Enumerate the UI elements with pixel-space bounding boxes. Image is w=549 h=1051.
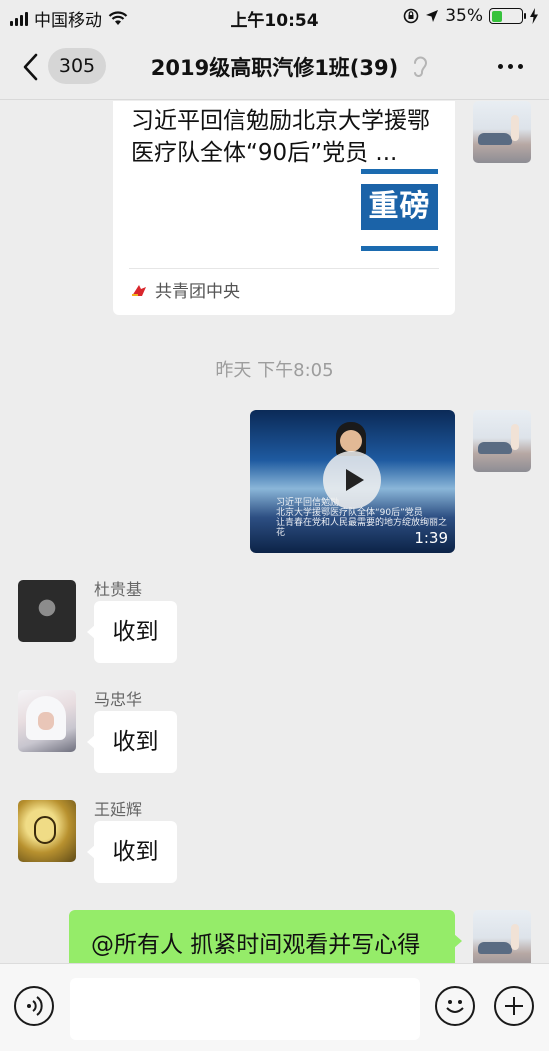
emoji-icon[interactable] bbox=[435, 986, 475, 1026]
battery-level bbox=[491, 10, 502, 22]
video-caption-line: 北京大学援鄂医疗队全体“90后”党员 bbox=[276, 508, 423, 518]
avatar-wang-yanhui[interactable] bbox=[18, 800, 76, 862]
video-message[interactable]: 习近平回信勉励 北京大学援鄂医疗队全体“90后”党员 让青春在党和人民最需要的地… bbox=[250, 410, 455, 553]
video-anchor-face bbox=[340, 430, 362, 452]
divider bbox=[129, 268, 439, 269]
message-input[interactable] bbox=[70, 978, 420, 1040]
link-card-source: 共青团中央 bbox=[131, 277, 240, 302]
status-right: 35% bbox=[403, 6, 539, 26]
plus-icon[interactable] bbox=[494, 986, 534, 1026]
sender-name: 王延辉 bbox=[94, 800, 143, 819]
link-card-title: 习近平回信勉励北京大学援鄂医疗队全体“90后”党员 ... bbox=[131, 108, 430, 166]
avatar-self[interactable] bbox=[473, 910, 531, 963]
avatar-self[interactable] bbox=[473, 410, 531, 472]
link-card-source-name: 共青团中央 bbox=[155, 282, 240, 302]
avatar-ma-zhonghua[interactable] bbox=[18, 690, 76, 752]
battery-icon bbox=[489, 8, 526, 24]
battery-percent: 35% bbox=[445, 6, 483, 26]
outgoing-message-bubble[interactable]: @所有人 抓紧时间观看并写心得 bbox=[69, 910, 455, 963]
avatar-self[interactable] bbox=[473, 101, 531, 163]
message-timestamp: 昨天 下午8:05 bbox=[215, 360, 334, 381]
voice-wave-icon bbox=[27, 996, 43, 1016]
bubble-tail bbox=[454, 934, 462, 948]
video-duration: 1:39 bbox=[414, 529, 448, 547]
sender-name: 杜贵基 bbox=[94, 580, 143, 599]
message-list[interactable]: 习近平回信勉励北京大学援鄂医疗队全体“90后”党员 ... 重磅 共青团中央 昨… bbox=[0, 101, 549, 963]
voice-icon[interactable] bbox=[14, 986, 54, 1026]
message-bubble[interactable]: 收到 bbox=[87, 711, 177, 773]
chat-header: 305 2019级高职汽修1班(39) bbox=[0, 34, 549, 100]
more-icon[interactable] bbox=[498, 64, 523, 69]
message-bubble[interactable]: 收到 bbox=[87, 821, 177, 883]
message-bubble[interactable]: 收到 bbox=[87, 601, 177, 663]
location-icon bbox=[426, 10, 439, 22]
link-card-message[interactable]: 习近平回信勉励北京大学援鄂医疗队全体“90后”党员 ... 重磅 共青团中央 bbox=[113, 101, 455, 315]
avatar-du-guiji[interactable] bbox=[18, 580, 76, 642]
chat-title: 2019级高职汽修1班(39) bbox=[150, 56, 399, 80]
sender-name: 马忠华 bbox=[94, 690, 143, 709]
link-card-thumbnail: 重磅 bbox=[361, 169, 438, 251]
link-card-thumb-text: 重磅 bbox=[361, 184, 438, 230]
screen-lock-icon bbox=[403, 8, 419, 24]
input-bar bbox=[0, 963, 549, 1051]
charging-icon bbox=[530, 8, 538, 24]
play-icon[interactable] bbox=[323, 451, 381, 509]
ear-icon bbox=[414, 56, 428, 77]
status-bar: 中国移动 上午10:54 35% bbox=[0, 0, 549, 34]
smile-face-icon bbox=[446, 1000, 464, 1013]
youth-league-logo-icon bbox=[132, 284, 146, 296]
